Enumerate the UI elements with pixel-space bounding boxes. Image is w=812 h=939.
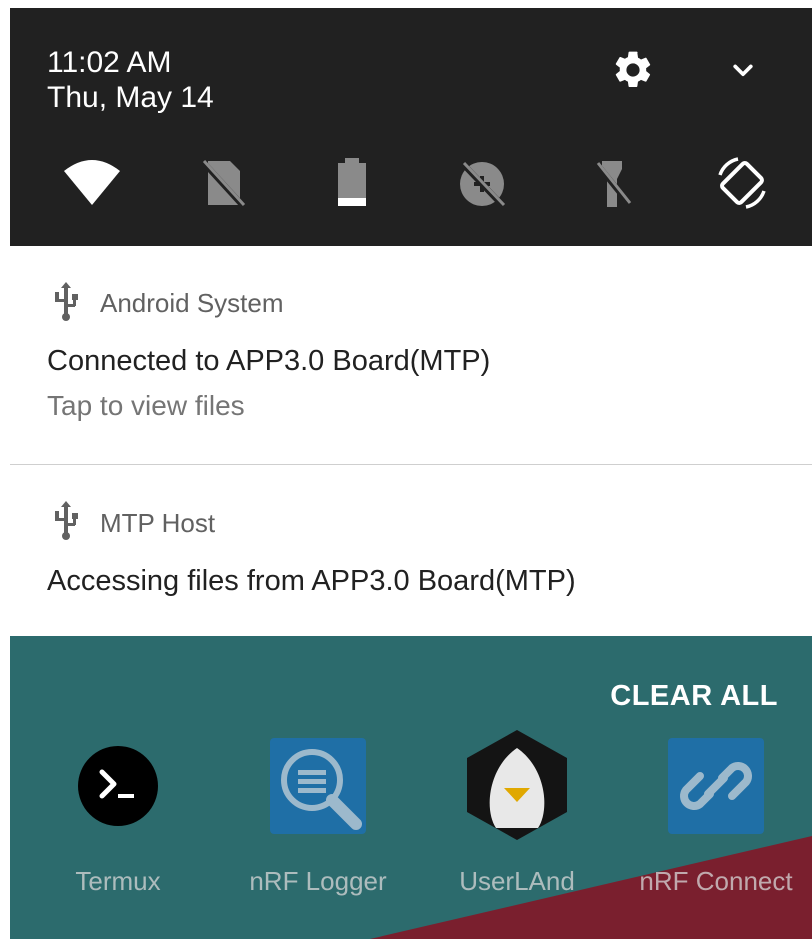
notification-app-name: MTP Host xyxy=(100,508,216,538)
notification-app-name: Android System xyxy=(100,288,284,318)
notification-shade: 11:02 AM Thu, May 14 Android System Conn… xyxy=(10,8,812,939)
chevron-down-icon[interactable] xyxy=(726,53,760,87)
notification-text: Tap to view files xyxy=(47,390,245,421)
notification-title: Accessing files from APP3.0 Board(MTP) xyxy=(47,565,576,597)
notification-title: Connected to APP3.0 Board(MTP) xyxy=(47,345,491,377)
notification-card[interactable]: Android System Connected to APP3.0 Board… xyxy=(10,246,812,464)
notification-card[interactable]: MTP Host Accessing files from APP3.0 Boa… xyxy=(10,465,812,635)
usb-icon xyxy=(55,501,78,540)
app-label[interactable]: Termux xyxy=(28,866,208,896)
no-sim-icon[interactable] xyxy=(192,153,252,213)
link-icon[interactable] xyxy=(666,736,766,836)
wifi-icon[interactable] xyxy=(62,153,122,213)
penguin-icon[interactable] xyxy=(460,728,574,842)
clock-date[interactable]: Thu, May 14 xyxy=(47,81,214,115)
auto-rotate-icon[interactable] xyxy=(712,153,772,213)
app-label[interactable]: nRF Connect xyxy=(626,866,806,896)
recent-apps-area: CLEAR ALL Termux nRF Logger UserLAnd nRF… xyxy=(10,636,812,939)
quick-settings-header: 11:02 AM Thu, May 14 xyxy=(10,8,812,246)
data-saver-off-icon[interactable] xyxy=(452,153,512,213)
battery-icon[interactable] xyxy=(322,153,382,213)
clear-all-button[interactable]: CLEAR ALL xyxy=(610,680,778,713)
magnifier-log-icon[interactable] xyxy=(268,736,368,836)
gear-icon[interactable] xyxy=(611,48,655,92)
app-label[interactable]: UserLAnd xyxy=(427,866,607,896)
usb-icon xyxy=(55,282,78,321)
flashlight-off-icon[interactable] xyxy=(582,153,642,213)
app-label[interactable]: nRF Logger xyxy=(228,866,408,896)
clock-time: 11:02 AM xyxy=(47,46,172,79)
terminal-icon[interactable] xyxy=(68,736,168,836)
